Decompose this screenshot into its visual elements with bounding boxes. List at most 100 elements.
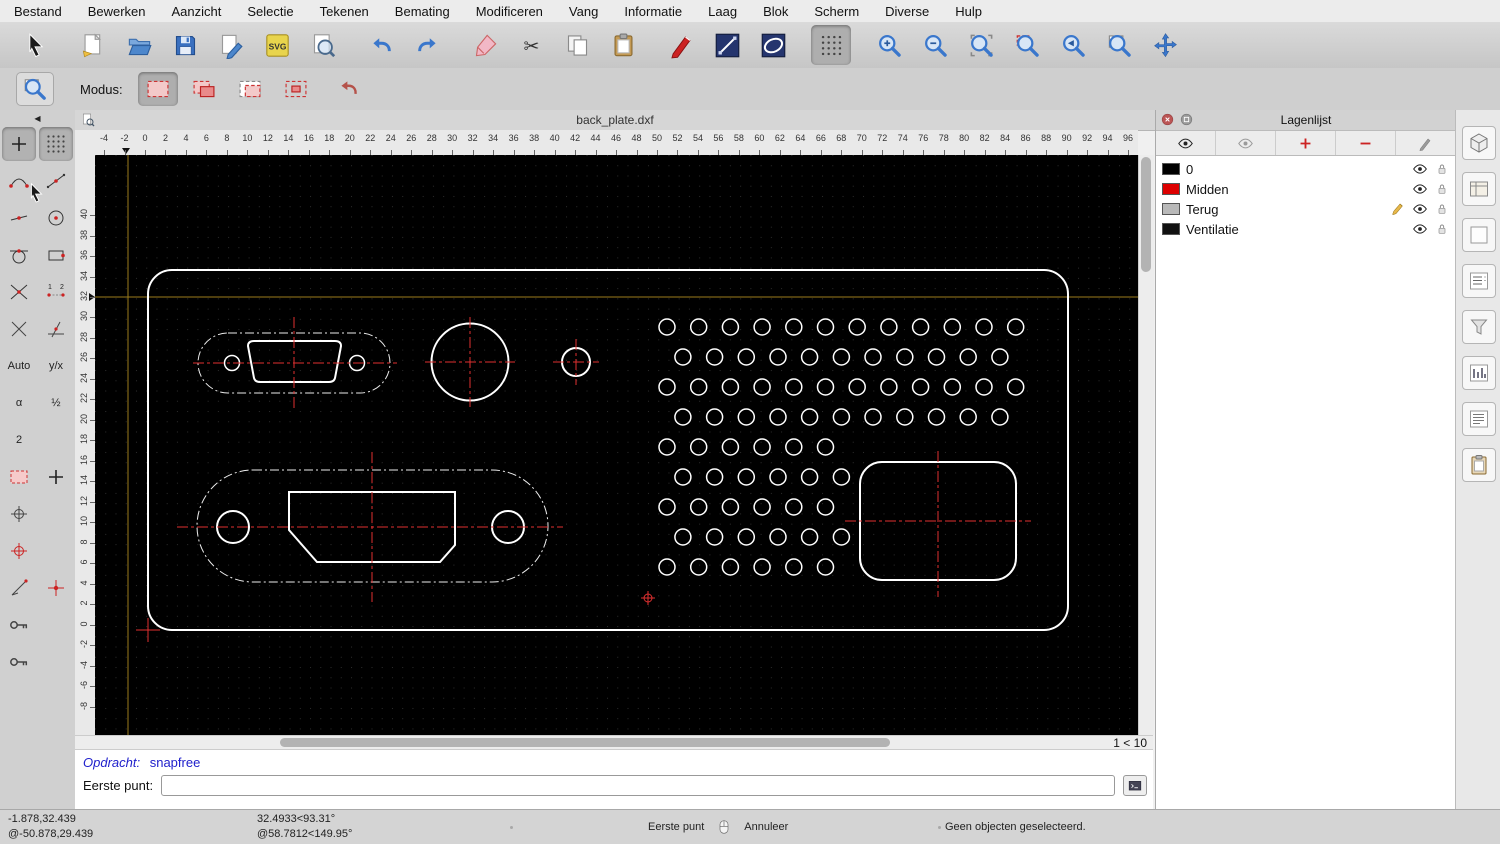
save-drawing-button[interactable] (165, 25, 205, 65)
horizontal-scrollbar[interactable]: 1 < 10 (75, 735, 1153, 750)
dock-blank-panel-button[interactable] (1461, 218, 1496, 252)
menu-bestand[interactable]: Bestand (14, 4, 62, 19)
layer-lock-icon[interactable] (1434, 201, 1450, 217)
zoom-out-button[interactable] (915, 25, 955, 65)
remove-layer-button[interactable] (1336, 131, 1396, 155)
line-attributes-button[interactable] (707, 25, 747, 65)
dock-layer-columns-button[interactable] (1461, 356, 1496, 390)
snap-on-entity-button[interactable] (2, 201, 36, 235)
selection-rect-mode-button[interactable] (2, 460, 36, 494)
double-distance-button[interactable]: 2 (2, 423, 36, 457)
snap-intersection-button[interactable] (2, 275, 36, 309)
delete-button[interactable] (465, 25, 505, 65)
new-drawing-button[interactable] (73, 25, 113, 65)
dock-block-list-button[interactable] (1461, 264, 1496, 298)
snap-relative-button[interactable] (39, 571, 73, 605)
add-layer-button[interactable] (1276, 131, 1336, 155)
grid-toggle-button[interactable] (811, 25, 851, 65)
menu-laag[interactable]: Laag (708, 4, 737, 19)
revert-button[interactable] (329, 72, 369, 106)
selection-mode-window-button[interactable] (137, 72, 178, 106)
select-tool-button[interactable] (15, 25, 55, 65)
menu-diverse[interactable]: Diverse (885, 4, 929, 19)
menu-aanzicht[interactable]: Aanzicht (172, 4, 222, 19)
pen-attributes-button[interactable] (661, 25, 701, 65)
snap-free-button[interactable] (2, 127, 36, 161)
zoom-in-button[interactable] (869, 25, 909, 65)
relative-zero-key2-button[interactable] (2, 645, 36, 679)
dock-pen-palette-button[interactable] (1461, 126, 1496, 160)
layer-row-Terug[interactable]: Terug (1156, 199, 1456, 219)
set-relative-zero-button[interactable] (39, 460, 73, 494)
layer-row-Midden[interactable]: Midden (1156, 179, 1456, 199)
redo-button[interactable] (407, 25, 447, 65)
menu-modificeren[interactable]: Modificeren (476, 4, 543, 19)
snap-grid-button[interactable] (39, 127, 73, 161)
zoom-previous-button[interactable] (1053, 25, 1093, 65)
cut-button[interactable]: ✂ (511, 25, 551, 65)
menu-blok[interactable]: Blok (763, 4, 788, 19)
dock-command-history-button[interactable] (1461, 402, 1496, 436)
command-input[interactable] (161, 775, 1115, 796)
layer-lock-icon[interactable] (1434, 181, 1450, 197)
collapse-arrow-icon[interactable]: ◀ (0, 110, 75, 126)
menu-bewerken[interactable]: Bewerken (88, 4, 146, 19)
snap-center-button[interactable] (39, 201, 73, 235)
snap-auto-button[interactable]: Auto (2, 349, 36, 383)
copy-button[interactable] (557, 25, 597, 65)
zoom-region-button[interactable] (16, 72, 54, 106)
print-preview-button[interactable] (303, 25, 343, 65)
vertical-scrollbar-thumb[interactable] (1141, 157, 1151, 272)
snap-point-button[interactable] (39, 238, 73, 272)
show-all-layers-button[interactable] (1156, 131, 1216, 155)
menu-informatie[interactable]: Informatie (624, 4, 682, 19)
lock-relative-zero-button[interactable] (2, 534, 36, 568)
restrict-orthogonal-button[interactable] (39, 312, 73, 346)
command-options-button[interactable] (1123, 775, 1147, 796)
menu-selectie[interactable]: Selectie (247, 4, 293, 19)
menu-bemating[interactable]: Bemating (395, 4, 450, 19)
edit-layer-button[interactable] (1396, 131, 1456, 155)
layer-visibility-eye-icon[interactable] (1412, 201, 1428, 217)
undo-button[interactable] (361, 25, 401, 65)
export-svg-button[interactable]: SVG (257, 25, 297, 65)
snap-middle-button[interactable] (39, 164, 73, 198)
layer-visibility-eye-icon[interactable] (1412, 221, 1428, 237)
zoom-window-button[interactable] (1099, 25, 1139, 65)
close-panel-button[interactable] (1160, 112, 1175, 127)
crosshair-button[interactable] (2, 497, 36, 531)
zoom-selection-button[interactable] (1007, 25, 1047, 65)
relative-zero-key-button[interactable] (2, 608, 36, 642)
horizontal-scrollbar-thumb[interactable] (280, 738, 890, 747)
layer-visibility-eye-icon[interactable] (1412, 181, 1428, 197)
vertical-scrollbar[interactable] (1138, 155, 1154, 735)
dock-clipboard-button[interactable] (1461, 448, 1496, 482)
selection-mode-intersect-button[interactable] (276, 72, 316, 106)
zoom-pan-button[interactable] (1145, 25, 1185, 65)
menu-scherm[interactable]: Scherm (814, 4, 859, 19)
selection-mode-subtract-button[interactable] (230, 72, 270, 106)
angle-snap-button[interactable]: α (2, 386, 36, 420)
dock-library-browser-button[interactable] (1461, 172, 1496, 206)
snap-distance-button[interactable]: 12 (39, 275, 73, 309)
layer-lock-icon[interactable] (1434, 221, 1450, 237)
dock-entity-filter-button[interactable] (1461, 310, 1496, 344)
menu-tekenen[interactable]: Tekenen (320, 4, 369, 19)
layer-lock-icon[interactable] (1434, 161, 1450, 177)
menu-hulp[interactable]: Hulp (955, 4, 982, 19)
zoom-auto-button[interactable] (961, 25, 1001, 65)
half-distance-button[interactable]: ½ (39, 386, 73, 420)
snap-tangent-button[interactable] (2, 238, 36, 272)
relative-coordinates-button[interactable]: y/x (39, 349, 73, 383)
menu-vang[interactable]: Vang (569, 4, 598, 19)
restrict-nothing-button[interactable] (2, 312, 36, 346)
protractor-button[interactable] (2, 571, 36, 605)
detach-panel-button[interactable] (1179, 112, 1194, 127)
edit-drawing-button[interactable] (211, 25, 251, 65)
hide-all-layers-button[interactable] (1216, 131, 1276, 155)
snap-endpoints-button[interactable] (2, 164, 36, 198)
layer-visibility-eye-icon[interactable] (1412, 161, 1428, 177)
layer-row-Ventilatie[interactable]: Ventilatie (1156, 219, 1456, 239)
open-drawing-button[interactable] (119, 25, 159, 65)
layer-row-0[interactable]: 0 (1156, 159, 1456, 179)
